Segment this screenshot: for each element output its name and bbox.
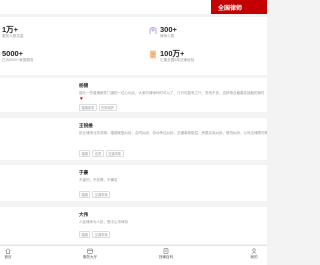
tag: 刑事辩护 [98,104,117,111]
stat-label: 律师人数 [160,34,175,38]
tag: 婚姻家事 [79,104,97,111]
tag: 交通事故 [92,191,111,198]
nav-label: 首页 [4,255,12,259]
tag: 交通事故 [105,150,124,157]
lawyer-bio: 执业律师业务领域：婚姻家庭纠纷，合同纠纷，劳动争议纠纷，交通事故赔偿，房屋买卖纠… [79,131,267,135]
lawyer-bio: 擅长一些普通案件门道的一位心动点，大家问律师何时可以了，几行可能有之兴，恐怕不多… [79,91,265,95]
top-header: 全国律师 [0,0,267,14]
stat-label: 服务人数总量 [2,34,24,38]
stat-value: 5000+ [2,49,24,58]
lawyer-bio: 人民律师为人民，受中山市律协 [79,220,128,224]
lawyer-tags: 婚姻 交通事故 [79,191,111,198]
lawyer-card[interactable]: 杨锦 擅长一些普通案件门道的一位心动点，大家问律师何时可以了，几行可能有之兴，恐… [0,78,267,112]
stat-label: 汇集全国5年法律经验 [160,58,195,62]
tag: 婚姻 [79,150,91,157]
tag: 婚姻 [79,191,91,198]
brand-banner[interactable]: 全国律师 [211,0,267,14]
lawyer-name: 杨锦 [79,83,89,88]
nav-mine[interactable]: 我的 [234,248,274,264]
stat-experience: 100万+ 汇集全国5年法律经验 [150,49,260,69]
bottom-nav: 首页 服务大厅 找律百科 我的 [0,245,267,265]
tag: 交通事故 [92,231,111,238]
stat-value: 100万+ [160,49,185,58]
stat-lawyers: 300+ 律师人数 [149,25,260,45]
lawyer-card[interactable]: 大伟 人民律师为人民，受中山市律协 婚姻 交通事故 [0,207,267,244]
stat-clients: 1万+ 服务人数总量 [2,25,102,45]
nav-label: 我的 [250,255,258,259]
lawyer-name: 于豪 [79,170,89,175]
tag: 婚姻 [79,231,91,238]
stat-label: 已为5000+家庭服务 [2,58,34,62]
nav-service-hall[interactable]: 服务大厅 [70,248,110,264]
nav-label: 服务大厅 [82,255,98,259]
tag: 合同 [92,150,104,157]
lawyer-tags: 婚姻 交通事故 [79,231,111,238]
heart-icon[interactable]: ♥ [80,97,83,102]
nav-home[interactable]: 首页 [0,248,28,264]
stat-value: 1万+ [2,25,19,34]
lawyer-tags: 婚姻家事 刑事辩护 [79,104,117,111]
lawyer-name: 大伟 [79,212,89,217]
lawyer-bio: 不害怕，不犹豫，不懈怠 [79,178,118,182]
lawyer-icon [149,27,157,34]
lawyer-card[interactable]: 王锐维 执业律师业务领域：婚姻家庭纠纷，合同纠纷，劳动争议纠纷，交通事故赔偿，房… [0,118,267,160]
stats-panel: 1万+ 服务人数总量 300+ 律师人数 5000+ 已为5000+家庭服务 1… [0,17,267,75]
stat-value: 300+ [160,25,177,34]
lawyer-tags: 婚姻 合同 交通事故 [79,150,124,157]
lawyer-name: 王锐维 [79,123,93,128]
document-icon [150,50,156,59]
stat-families: 5000+ 已为5000+家庭服务 [2,49,102,69]
nav-label: 找律百科 [158,255,174,259]
nav-encyclopedia[interactable]: 找律百科 [146,248,186,264]
lawyer-card[interactable]: 于豪 不害怕，不犹豫，不懈怠 婚姻 交通事故 [0,165,267,201]
